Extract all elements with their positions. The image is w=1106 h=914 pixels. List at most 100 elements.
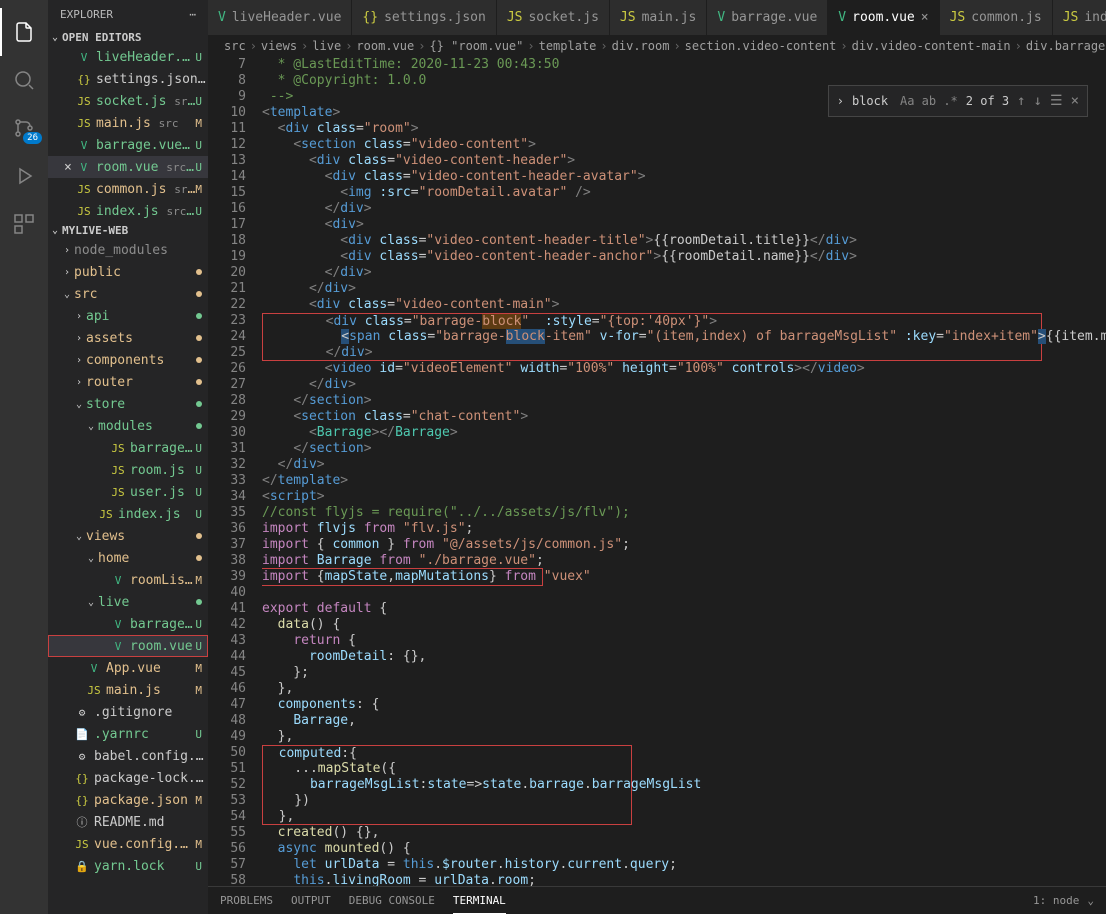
editor-tab[interactable]: Vbarrage.vue [707, 0, 828, 35]
code-line[interactable]: //const flyjs = require("../../assets/js… [262, 505, 1106, 521]
code-line[interactable]: Barrage, [262, 713, 1106, 729]
editor-tab[interactable]: {}settings.json [352, 0, 496, 35]
tree-item[interactable]: JSroom.jsU [48, 459, 208, 481]
tree-item[interactable]: ›assets [48, 327, 208, 349]
code-line[interactable]: <div class="video-content-header-avatar"… [262, 169, 1106, 185]
code-line[interactable]: <div class="video-content-header"> [262, 153, 1106, 169]
breadcrumb-item[interactable]: {} "room.vue" [429, 39, 523, 53]
open-editor-item[interactable]: JScommon.js src\assets\jsM [48, 178, 208, 200]
tree-item[interactable]: ⓘREADME.md [48, 811, 208, 833]
breadcrumb-item[interactable]: template [539, 39, 597, 53]
breadcrumb-item[interactable]: section.video-content [685, 39, 837, 53]
code-line[interactable]: </section> [262, 393, 1106, 409]
tree-item[interactable]: ⌄modules [48, 415, 208, 437]
code-line[interactable]: <section class="chat-content"> [262, 409, 1106, 425]
terminal-selector[interactable]: 1: node [1033, 894, 1079, 907]
code-content[interactable]: * @LastEditTime: 2020-11-23 00:43:50 * @… [262, 57, 1106, 886]
code-line[interactable]: <div class="room"> [262, 121, 1106, 137]
code-line[interactable]: }; [262, 665, 1106, 681]
code-line[interactable]: <img :src="roomDetail.avatar" /> [262, 185, 1106, 201]
code-line[interactable]: data() { [262, 617, 1106, 633]
tree-item[interactable]: JSindex.jsU [48, 503, 208, 525]
open-editor-item[interactable]: JSmain.js srcM [48, 112, 208, 134]
code-line[interactable]: async mounted() { [262, 841, 1106, 857]
breadcrumb-item[interactable]: src [224, 39, 246, 53]
tree-item[interactable]: VroomList.vueM [48, 569, 208, 591]
dropdown-icon[interactable]: ⌄ [1087, 894, 1094, 907]
close-icon[interactable]: × [64, 160, 72, 175]
tree-item[interactable]: VApp.vueM [48, 657, 208, 679]
tree-item[interactable]: {}package-lock.json [48, 767, 208, 789]
close-icon[interactable]: × [921, 10, 929, 25]
open-editor-item[interactable]: VliveHeader.vue src\co...U [48, 46, 208, 68]
tree-item[interactable]: ›node_modules [48, 239, 208, 261]
tree-item[interactable]: ⌄store [48, 393, 208, 415]
find-widget[interactable]: › block Aa ab .* 2 of 3 ↑ ↓ ☰ × [828, 85, 1088, 117]
editor-area[interactable]: 7891011121314151617181920212223242526272… [208, 57, 1106, 886]
code-line[interactable]: <script> [262, 489, 1106, 505]
tree-item[interactable]: ⌄live [48, 591, 208, 613]
find-chevron-icon[interactable]: › [837, 94, 844, 108]
open-editor-item[interactable]: Vbarrage.vue src\views\...U [48, 134, 208, 156]
code-line[interactable]: <span class="barrage-block-item" v-for="… [262, 329, 1042, 345]
code-line[interactable]: barrageMsgList:state=>state.barrage.barr… [262, 777, 632, 793]
code-line[interactable]: * @LastEditTime: 2020-11-23 00:43:50 [262, 57, 1106, 73]
code-line[interactable]: }) [262, 793, 632, 809]
find-prev-icon[interactable]: ↑ [1017, 93, 1025, 109]
code-line[interactable]: }, [262, 809, 632, 825]
workspace-header[interactable]: ⌄ MYLIVE-WEB [48, 222, 208, 239]
debug-icon[interactable] [0, 152, 48, 200]
extensions-icon[interactable] [0, 200, 48, 248]
tree-item[interactable]: ›components [48, 349, 208, 371]
code-line[interactable]: </div> [262, 345, 1042, 361]
code-line[interactable]: }, [262, 681, 1106, 697]
code-line[interactable]: roomDetail: {}, [262, 649, 1106, 665]
tree-item[interactable]: ⚙babel.config.js [48, 745, 208, 767]
editor-tab[interactable]: Vroom.vue× [828, 0, 939, 35]
tree-item[interactable]: ⌄home [48, 547, 208, 569]
find-input[interactable]: block [852, 94, 892, 108]
breadcrumb-item[interactable]: room.vue [356, 39, 414, 53]
code-line[interactable]: </div> [262, 201, 1106, 217]
breadcrumbs[interactable]: src›views›live›room.vue›{} "room.vue"›te… [208, 35, 1106, 57]
code-line[interactable]: }, [262, 729, 1106, 745]
tree-item[interactable]: Vbarrage.vueU [48, 613, 208, 635]
code-line[interactable]: import Barrage from "./barrage.vue"; [262, 553, 1106, 569]
tree-item[interactable]: JSbarrage.jsU [48, 437, 208, 459]
code-line[interactable]: </div> [262, 281, 1106, 297]
code-line[interactable]: </div> [262, 457, 1106, 473]
code-line[interactable]: let urlData = this.$router.history.curre… [262, 857, 1106, 873]
tree-item[interactable]: 📄.yarnrcU [48, 723, 208, 745]
code-line[interactable]: <div class="barrage-block" :style="{top:… [262, 313, 1042, 329]
tree-item[interactable]: ›router [48, 371, 208, 393]
search-icon[interactable] [0, 56, 48, 104]
code-line[interactable]: </div> [262, 265, 1106, 281]
tree-item[interactable]: Vroom.vueU [48, 635, 208, 657]
code-line[interactable]: ...mapState({ [262, 761, 632, 777]
code-line[interactable]: components: { [262, 697, 1106, 713]
breadcrumb-item[interactable]: div.video-content-main [852, 39, 1011, 53]
tree-item[interactable]: {}package.jsonM [48, 789, 208, 811]
breadcrumb-item[interactable]: div.room [612, 39, 670, 53]
code-line[interactable]: <section class="video-content"> [262, 137, 1106, 153]
editor-tab[interactable]: JSmain.js [610, 0, 707, 35]
code-line[interactable]: import {mapState,mapMutations} from "vue… [262, 569, 542, 585]
open-editor-item[interactable]: JSsocket.js src\apiU [48, 90, 208, 112]
editor-tab[interactable]: JSindex.js [1053, 0, 1106, 35]
find-options[interactable]: Aa ab .* [900, 94, 958, 108]
tree-item[interactable]: 🔒yarn.lockU [48, 855, 208, 877]
code-line[interactable]: created() {}, [262, 825, 1106, 841]
breadcrumb-item[interactable]: views [261, 39, 297, 53]
explorer-icon[interactable] [0, 8, 48, 56]
editor-tab[interactable]: JScommon.js [940, 0, 1053, 35]
tree-item[interactable]: ⌄views [48, 525, 208, 547]
find-next-icon[interactable]: ↓ [1034, 93, 1042, 109]
editor-tab[interactable]: JSsocket.js [497, 0, 610, 35]
tree-item[interactable]: ›api [48, 305, 208, 327]
tree-item[interactable]: JSuser.jsU [48, 481, 208, 503]
open-editor-item[interactable]: JSindex.js src\storeU [48, 200, 208, 222]
find-close-icon[interactable]: × [1071, 93, 1079, 109]
tree-item[interactable]: JSmain.jsM [48, 679, 208, 701]
code-line[interactable]: <div class="video-content-header-title">… [262, 233, 1106, 249]
panel-tab[interactable]: PROBLEMS [220, 888, 273, 914]
